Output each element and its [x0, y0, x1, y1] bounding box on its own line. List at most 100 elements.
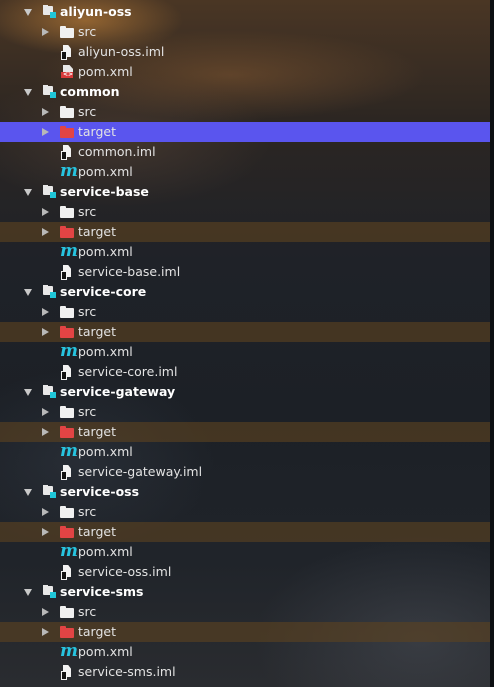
expand-arrow-down-icon[interactable] — [24, 89, 32, 96]
maven-icon: m — [60, 441, 78, 461]
tree-node-pom-xml[interactable]: m pom.xml — [0, 642, 490, 662]
folder-icon — [60, 305, 76, 319]
project-tree: aliyun-oss src aliyun-oss.iml <> pom.xml comm… — [0, 0, 490, 687]
tree-node-pom-xml[interactable]: m pom.xml — [0, 162, 490, 182]
tree-node-src[interactable]: src — [0, 602, 490, 622]
tree-node-label: service-sms.iml — [78, 664, 176, 679]
folder-icon — [60, 505, 76, 519]
expand-arrow-down-icon[interactable] — [24, 589, 32, 596]
pom-error-icon: <> — [60, 65, 76, 79]
expand-arrow-right-icon[interactable] — [42, 507, 49, 516]
expand-arrow-right-icon[interactable] — [42, 227, 49, 236]
tree-node-label: service-core.iml — [78, 364, 178, 379]
tree-node-service-core[interactable]: service-core — [0, 282, 490, 302]
tree-node-src[interactable]: src — [0, 502, 490, 522]
maven-icon: m — [60, 641, 78, 661]
tree-node-service-gateway-iml[interactable]: service-gateway.iml — [0, 462, 490, 482]
expand-arrow-right-icon[interactable] — [42, 427, 49, 436]
tree-node-label: pom.xml — [78, 544, 133, 559]
tree-node-label: pom.xml — [78, 164, 133, 179]
excluded-folder-icon — [60, 225, 76, 239]
module-icon — [42, 285, 58, 299]
tree-node-service-core-iml[interactable]: service-core.iml — [0, 362, 490, 382]
tree-node-service-base-iml[interactable]: service-base.iml — [0, 262, 490, 282]
tree-node-target[interactable]: target — [0, 322, 490, 342]
module-icon — [42, 485, 58, 499]
expand-arrow-right-icon[interactable] — [42, 107, 49, 116]
tree-node-src[interactable]: src — [0, 402, 490, 422]
expand-arrow-down-icon[interactable] — [24, 489, 32, 496]
expand-arrow-down-icon[interactable] — [24, 9, 32, 16]
tree-node-service-gateway[interactable]: service-gateway — [0, 382, 490, 402]
tree-node-label: pom.xml — [78, 344, 133, 359]
folder-icon — [60, 205, 76, 219]
tree-node-label: src — [78, 24, 97, 39]
expand-arrow-right-icon[interactable] — [42, 607, 49, 616]
tree-node-label: service-base — [60, 184, 149, 199]
tree-node-service-oss[interactable]: service-oss — [0, 482, 490, 502]
tree-node-label: src — [78, 604, 97, 619]
expand-arrow-right-icon[interactable] — [42, 27, 49, 36]
excluded-folder-icon — [60, 625, 76, 639]
tree-node-pom-xml[interactable]: m pom.xml — [0, 342, 490, 362]
tree-node-pom-xml[interactable]: <> pom.xml — [0, 62, 490, 82]
maven-icon: m — [60, 161, 78, 181]
tree-node-target[interactable]: target — [0, 222, 490, 242]
module-icon — [42, 5, 58, 19]
tree-node-aliyun-oss[interactable]: aliyun-oss — [0, 2, 490, 22]
module-icon — [42, 585, 58, 599]
tree-node-label: target — [78, 524, 117, 539]
tree-node-src[interactable]: src — [0, 202, 490, 222]
tree-node-src[interactable]: src — [0, 102, 490, 122]
tree-node-label: target — [78, 124, 117, 139]
tree-node-label: service-core — [60, 284, 147, 299]
tree-node-src[interactable]: src — [0, 22, 490, 42]
tree-node-pom-xml[interactable]: m pom.xml — [0, 242, 490, 262]
tree-node-label: service-gateway — [60, 384, 176, 399]
expand-arrow-right-icon[interactable] — [42, 327, 49, 336]
tree-node-service-sms-iml[interactable]: service-sms.iml — [0, 662, 490, 682]
expand-arrow-right-icon[interactable] — [42, 307, 49, 316]
expand-arrow-right-icon[interactable] — [42, 407, 49, 416]
maven-icon: m — [60, 241, 78, 261]
expand-arrow-right-icon[interactable] — [42, 527, 49, 536]
tree-node-label: pom.xml — [78, 644, 133, 659]
tree-node-label: src — [78, 404, 97, 419]
tree-node-common[interactable]: common — [0, 82, 490, 102]
expand-arrow-right-icon[interactable] — [42, 627, 49, 636]
iml-file-icon — [60, 565, 76, 580]
excluded-folder-icon — [60, 125, 76, 139]
expand-arrow-right-icon[interactable] — [42, 127, 49, 136]
tree-node-service-oss-iml[interactable]: service-oss.iml — [0, 562, 490, 582]
iml-file-icon — [60, 265, 76, 280]
tree-node-service-base[interactable]: service-base — [0, 182, 490, 202]
expand-arrow-right-icon[interactable] — [42, 207, 49, 216]
tree-node-label: aliyun-oss.iml — [78, 44, 165, 59]
iml-file-icon — [60, 145, 76, 160]
tree-node-pom-xml[interactable]: m pom.xml — [0, 442, 490, 462]
tree-node-target[interactable]: target — [0, 422, 490, 442]
expand-arrow-down-icon[interactable] — [24, 189, 32, 196]
tree-node-label: target — [78, 324, 117, 339]
tree-node-common-iml[interactable]: common.iml — [0, 142, 490, 162]
tree-node-service-sms[interactable]: service-sms — [0, 582, 490, 602]
tree-node-label: target — [78, 424, 117, 439]
tree-node-target[interactable]: target — [0, 622, 490, 642]
folder-icon — [60, 105, 76, 119]
expand-arrow-down-icon[interactable] — [24, 289, 32, 296]
tree-node-label: target — [78, 224, 117, 239]
tree-node-pom-xml[interactable]: m pom.xml — [0, 542, 490, 562]
tree-node-src[interactable]: src — [0, 302, 490, 322]
tree-node-label: src — [78, 504, 97, 519]
tree-node-label: src — [78, 104, 97, 119]
tree-node-label: pom.xml — [78, 64, 133, 79]
panel-edge — [490, 0, 494, 687]
module-icon — [42, 185, 58, 199]
tree-node-aliyun-oss-iml[interactable]: aliyun-oss.iml — [0, 42, 490, 62]
expand-arrow-down-icon[interactable] — [24, 389, 32, 396]
tree-node-target[interactable]: target — [0, 522, 490, 542]
excluded-folder-icon — [60, 325, 76, 339]
tree-node-label: service-oss.iml — [78, 564, 172, 579]
tree-node-target[interactable]: target — [0, 122, 490, 142]
iml-file-icon — [60, 665, 76, 680]
